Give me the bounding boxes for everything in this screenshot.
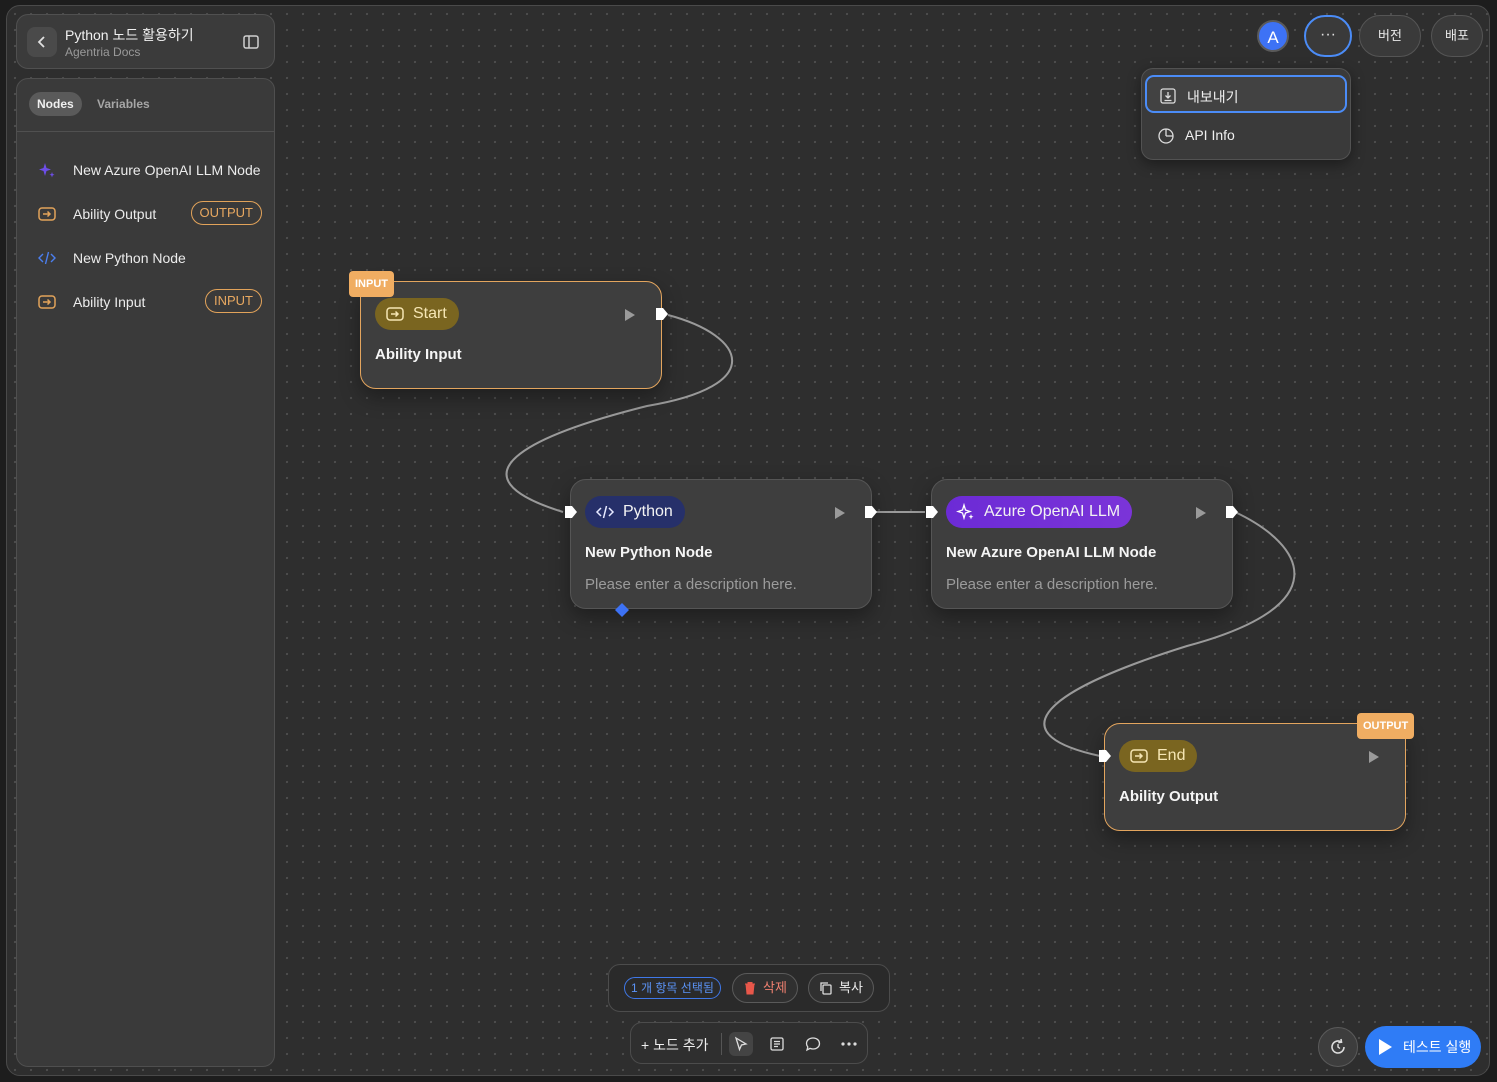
export-icon bbox=[1160, 88, 1176, 104]
history-button[interactable] bbox=[1318, 1027, 1358, 1067]
trash-icon bbox=[745, 982, 755, 995]
test-run-button[interactable]: 테스트 실행 bbox=[1365, 1026, 1481, 1068]
document-title: Python 노드 활용하기 bbox=[65, 27, 194, 43]
toolbar-divider bbox=[721, 1033, 722, 1055]
node-title: New Azure OpenAI LLM Node bbox=[946, 544, 1157, 561]
io-arrow-icon bbox=[386, 307, 404, 321]
sidebar-item-python[interactable]: New Python Node bbox=[17, 240, 274, 276]
delete-button[interactable]: 삭제 bbox=[732, 973, 798, 1003]
api-icon bbox=[1158, 128, 1174, 144]
sidebar-item-label: New Python Node bbox=[73, 250, 186, 266]
pointer-tool[interactable] bbox=[729, 1032, 753, 1056]
sidebar-item-label: Ability Output bbox=[73, 206, 157, 222]
azure-llm-node[interactable]: Azure OpenAI LLM New Azure OpenAI LLM No… bbox=[931, 479, 1233, 609]
more-options-menu: 내보내기 API Info bbox=[1141, 68, 1351, 160]
sidebar-item-ability-input[interactable]: Ability Input INPUT bbox=[17, 284, 274, 320]
menu-item-label: 내보내기 bbox=[1187, 89, 1239, 105]
play-icon[interactable] bbox=[833, 506, 847, 520]
menu-item-export[interactable]: 내보내기 bbox=[1145, 75, 1347, 113]
play-icon[interactable] bbox=[1367, 750, 1381, 764]
play-icon bbox=[1379, 1039, 1392, 1055]
document-subtitle: Agentria Docs bbox=[65, 45, 141, 59]
sidebar-item-label: Ability Input bbox=[73, 294, 146, 310]
node-description: Please enter a description here. bbox=[946, 576, 1158, 593]
note-icon bbox=[770, 1037, 784, 1051]
end-chip: End bbox=[1119, 740, 1198, 772]
comment-icon bbox=[805, 1037, 821, 1052]
start-node[interactable]: Start Ability Input bbox=[360, 281, 662, 389]
sidebar-item-ability-output[interactable]: Ability Output OUTPUT bbox=[17, 196, 274, 232]
node-description: Please enter a description here. bbox=[585, 576, 797, 593]
python-node[interactable]: Python New Python Node Please enter a de… bbox=[570, 479, 872, 609]
end-node[interactable]: End Ability Output bbox=[1104, 723, 1406, 831]
selection-toolbar: 1 개 항목 선택됨 삭제 복사 bbox=[608, 964, 890, 1012]
code-icon bbox=[595, 505, 615, 519]
note-tool[interactable] bbox=[765, 1032, 789, 1056]
menu-item-api-info[interactable]: API Info bbox=[1145, 117, 1347, 155]
sparkle-icon bbox=[956, 502, 974, 521]
canvas-frame: Python 노드 활용하기 Agentria Docs Nodes Varia… bbox=[6, 5, 1490, 1076]
selection-count-badge: 1 개 항목 선택됨 bbox=[624, 977, 721, 999]
deploy-button[interactable]: 배포 bbox=[1431, 15, 1483, 57]
canvas-toolbar: + 노드 추가 bbox=[630, 1022, 868, 1064]
tab-nodes[interactable]: Nodes bbox=[29, 92, 82, 116]
version-button[interactable]: 버전 bbox=[1359, 15, 1421, 57]
input-badge: INPUT bbox=[205, 289, 262, 313]
sidebar-tabs: Nodes Variables bbox=[17, 79, 274, 132]
more-options-button[interactable]: ··· bbox=[1304, 15, 1352, 57]
comment-tool[interactable] bbox=[801, 1032, 825, 1056]
output-badge: OUTPUT bbox=[190, 201, 262, 225]
sidebar-toggle-icon[interactable] bbox=[242, 33, 260, 51]
refresh-icon bbox=[1331, 1038, 1345, 1054]
play-icon[interactable] bbox=[623, 308, 637, 322]
io-arrow-icon bbox=[1130, 749, 1148, 763]
node-title: Ability Output bbox=[1119, 788, 1219, 805]
run-label: 테스트 실행 bbox=[1403, 1039, 1472, 1055]
delete-label: 삭제 bbox=[763, 980, 787, 995]
output-tag: OUTPUT bbox=[1357, 713, 1415, 739]
copy-icon bbox=[820, 982, 832, 995]
sidebar-item-label: New Azure OpenAI LLM Node bbox=[73, 162, 261, 178]
back-button[interactable] bbox=[27, 27, 57, 57]
node-title: Ability Input bbox=[375, 346, 462, 363]
sidebar-item-azure-llm[interactable]: New Azure OpenAI LLM Node bbox=[17, 152, 274, 188]
node-title: New Python Node bbox=[585, 544, 713, 561]
pointer-icon bbox=[734, 1036, 748, 1052]
ellipsis-icon bbox=[841, 1042, 857, 1046]
document-header: Python 노드 활용하기 Agentria Docs bbox=[16, 14, 275, 69]
code-icon bbox=[38, 251, 56, 265]
more-tools-button[interactable] bbox=[837, 1032, 861, 1056]
llm-chip: Azure OpenAI LLM bbox=[946, 496, 1133, 528]
io-arrow-icon bbox=[38, 295, 56, 309]
user-avatar[interactable]: A bbox=[1257, 20, 1289, 52]
tab-variables[interactable]: Variables bbox=[89, 92, 158, 116]
add-node-button[interactable]: + 노드 추가 bbox=[641, 1035, 708, 1055]
node-sidebar: Nodes Variables New Azure OpenAI LLM Nod… bbox=[16, 78, 275, 1067]
sparkle-icon bbox=[39, 163, 55, 178]
chip-label: End bbox=[1157, 747, 1186, 764]
copy-label: 복사 bbox=[839, 980, 863, 995]
chip-label: Start bbox=[413, 305, 447, 322]
chip-label: Python bbox=[623, 503, 673, 520]
menu-item-label: API Info bbox=[1185, 127, 1235, 143]
io-arrow-icon bbox=[38, 207, 56, 221]
chip-label: Azure OpenAI LLM bbox=[984, 503, 1121, 520]
input-tag: INPUT bbox=[349, 271, 394, 297]
copy-button[interactable]: 복사 bbox=[808, 973, 874, 1003]
chevron-left-icon bbox=[37, 36, 45, 48]
python-chip: Python bbox=[585, 496, 685, 528]
start-chip: Start bbox=[375, 298, 459, 330]
play-icon[interactable] bbox=[1194, 506, 1208, 520]
